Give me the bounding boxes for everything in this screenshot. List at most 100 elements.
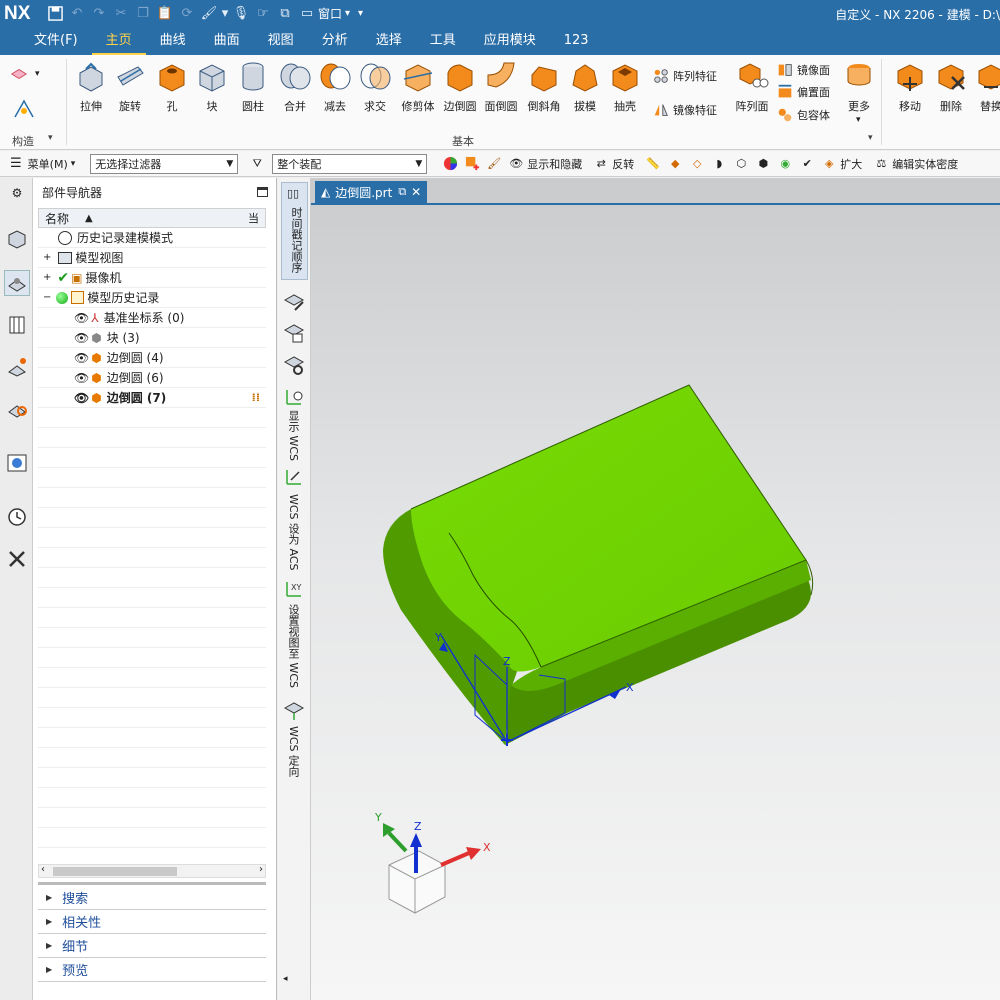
feature-settings-icon[interactable] (283, 354, 305, 379)
chevron-down-icon[interactable]: ▾ (35, 69, 40, 79)
edit-density-button[interactable]: 编辑实体密度 (892, 156, 958, 172)
tree-row-edge-blend-6[interactable]: 👁 ⬢ 边倒圆 (6) (38, 368, 266, 388)
check-geometry-icon[interactable]: ✔ (796, 154, 818, 174)
chamfer-button[interactable]: 倒斜角 (523, 59, 565, 114)
trim-body-button[interactable]: 修剪体 (397, 59, 439, 114)
view-triad[interactable]: Z Y X (374, 811, 491, 914)
column-name[interactable]: 名称 (45, 210, 69, 227)
copy-icon[interactable]: ❐ (132, 4, 154, 24)
eye-icon[interactable]: 👁 (74, 351, 89, 365)
window-menu[interactable]: 窗口 (318, 5, 342, 22)
graphics-window[interactable]: ◭ 边倒圆.prt ⧉ ✕ Z Y X Z Y X (311, 178, 1000, 1000)
scroll-right-icon[interactable]: › (259, 864, 263, 875)
datum-button[interactable] (12, 97, 39, 121)
tree-row-edge-blend-4[interactable]: 👁 ⬢ 边倒圆 (4) (38, 348, 266, 368)
brush-icon[interactable]: 🖌 (483, 154, 505, 174)
eye-icon[interactable]: 👁 (74, 311, 89, 325)
draft-button[interactable]: 拔模 (564, 59, 606, 114)
role-icon[interactable] (4, 396, 30, 422)
clip-icon[interactable]: ◇ (686, 154, 708, 174)
pattern-face-button[interactable]: 阵列面 (731, 59, 773, 114)
touch-mode-icon[interactable]: ☞ (252, 4, 274, 24)
wcs-to-acs-label[interactable]: WCS 设为 ACS (285, 494, 301, 571)
hamburger-icon[interactable]: ☰ (10, 156, 22, 171)
model-3d-view[interactable]: Z Y X Z Y X (311, 205, 1000, 1000)
section-details[interactable]: ▶ 细节 (38, 934, 266, 958)
extrude-button[interactable]: 拉伸 (70, 59, 112, 114)
tab-curve[interactable]: 曲线 (146, 27, 200, 55)
view-to-wcs-label[interactable]: 设置视图至 WCS (285, 604, 301, 688)
tab-select[interactable]: 选择 (362, 27, 416, 55)
gear-icon[interactable]: ⚙ (4, 180, 30, 206)
repeat-command-icon[interactable]: ⟳ (176, 4, 198, 24)
show-wcs-label[interactable]: 显示 WCS (285, 410, 301, 461)
process-studio-icon[interactable] (4, 546, 30, 572)
eye-icon[interactable]: 👁 (74, 331, 89, 345)
section-search[interactable]: ▶ 搜索 (38, 886, 266, 910)
tab-surface[interactable]: 曲面 (200, 27, 254, 55)
panel-splitter[interactable] (38, 882, 266, 885)
pattern-feature-button[interactable]: 阵列特征 (652, 67, 717, 85)
tab-file[interactable]: 文件(F) (20, 27, 92, 55)
microphone-icon[interactable]: 🎙 (230, 4, 252, 24)
timestamp-order-button[interactable]: ▯▯ 时间戳记顺序 (281, 182, 308, 280)
edit-feature-icon[interactable] (283, 290, 305, 315)
revolve-button[interactable]: 旋转 (109, 59, 151, 114)
wireframe-icon[interactable]: ⬡ (730, 154, 752, 174)
replace-button[interactable]: 替换 (970, 59, 1000, 114)
block-button[interactable]: 块 (191, 59, 233, 114)
move-button[interactable]: 移动 (889, 59, 931, 114)
face-blend-button[interactable]: 面倒圆 (480, 59, 522, 114)
paste-icon[interactable]: 📋 (154, 4, 176, 24)
hole-button[interactable]: 孔 (151, 59, 193, 114)
mirror-face-button[interactable]: 镜像面 (776, 61, 830, 79)
expand-button[interactable]: 扩大 (840, 156, 862, 172)
save-icon[interactable] (44, 4, 66, 24)
wcs-orient-icon[interactable] (283, 700, 305, 725)
more-button[interactable]: 更多 (838, 59, 880, 114)
tree-row-edge-blend-7[interactable]: 👁 ⬢ 边倒圆 (7) ⁞⁞ (38, 388, 266, 408)
constraint-navigator-icon[interactable] (4, 354, 30, 380)
tree-row-cameras[interactable]: + ✔ ▣ 摄像机 (38, 268, 266, 288)
expand-icon[interactable]: ◈ (818, 154, 840, 174)
measure-icon[interactable]: 📏 (642, 154, 664, 174)
part-navigator-icon[interactable] (4, 270, 30, 296)
intersect-button[interactable]: 求交 (354, 59, 396, 114)
history-icon[interactable] (4, 504, 30, 530)
filter-funnel-icon[interactable]: ⛛ (246, 154, 268, 174)
scrollbar-thumb[interactable] (53, 867, 177, 876)
sketch-button[interactable]: ▾ (10, 65, 40, 83)
cut-icon[interactable]: ✂ (110, 4, 132, 24)
scroll-left-icon[interactable]: ‹ (41, 864, 45, 875)
expand-toggle-icon[interactable]: + (43, 252, 51, 263)
eye-icon[interactable]: 👁 (74, 371, 89, 385)
close-tab-icon[interactable]: ✕ (411, 185, 421, 199)
web-browser-icon[interactable] (4, 450, 30, 476)
chevron-down-icon[interactable]: ▾ (345, 8, 350, 19)
chevron-down-icon[interactable]: ▾ (48, 133, 53, 143)
tree-row-model-history[interactable]: − 模型历史记录 (38, 288, 266, 308)
column-current[interactable]: 当 (248, 210, 259, 226)
tree-row-block[interactable]: 👁 ⬢ 块 (3) (38, 328, 266, 348)
reverse-icon[interactable]: ⇄ (590, 154, 612, 174)
brush-icon[interactable]: 🖌 (198, 4, 220, 24)
eye-icon[interactable]: 👁 (74, 391, 89, 405)
render-style-icon[interactable]: ⬢ (752, 154, 774, 174)
color-wheel-icon[interactable] (439, 154, 461, 174)
tab-popout-icon[interactable]: ⧉ (398, 185, 406, 199)
document-tab[interactable]: ◭ 边倒圆.prt ⧉ ✕ (315, 181, 428, 203)
wcs-orient-label[interactable]: WCS 定向 (285, 726, 301, 777)
copy-feature-icon[interactable] (283, 322, 305, 347)
cylinder-button[interactable]: 圆柱 (232, 59, 274, 114)
shaded-icon[interactable]: ◗ (708, 154, 730, 174)
tab-view[interactable]: 视图 (254, 27, 308, 55)
type-filter-combo[interactable]: 无选择过滤器 ▼ (90, 153, 239, 174)
shell-button[interactable]: 抽壳 (604, 59, 646, 114)
maximize-icon[interactable] (257, 187, 268, 197)
horizontal-scrollbar[interactable]: ‹ › (38, 864, 266, 878)
section-preview[interactable]: ▶ 预览 (38, 958, 266, 982)
tab-applications[interactable]: 应用模块 (470, 27, 550, 55)
mirror-feature-button[interactable]: 镜像特征 (652, 101, 717, 119)
wrap-geometry-button[interactable]: 包容体 (776, 106, 830, 124)
tree-row-model-views[interactable]: + 模型视图 (38, 248, 266, 268)
